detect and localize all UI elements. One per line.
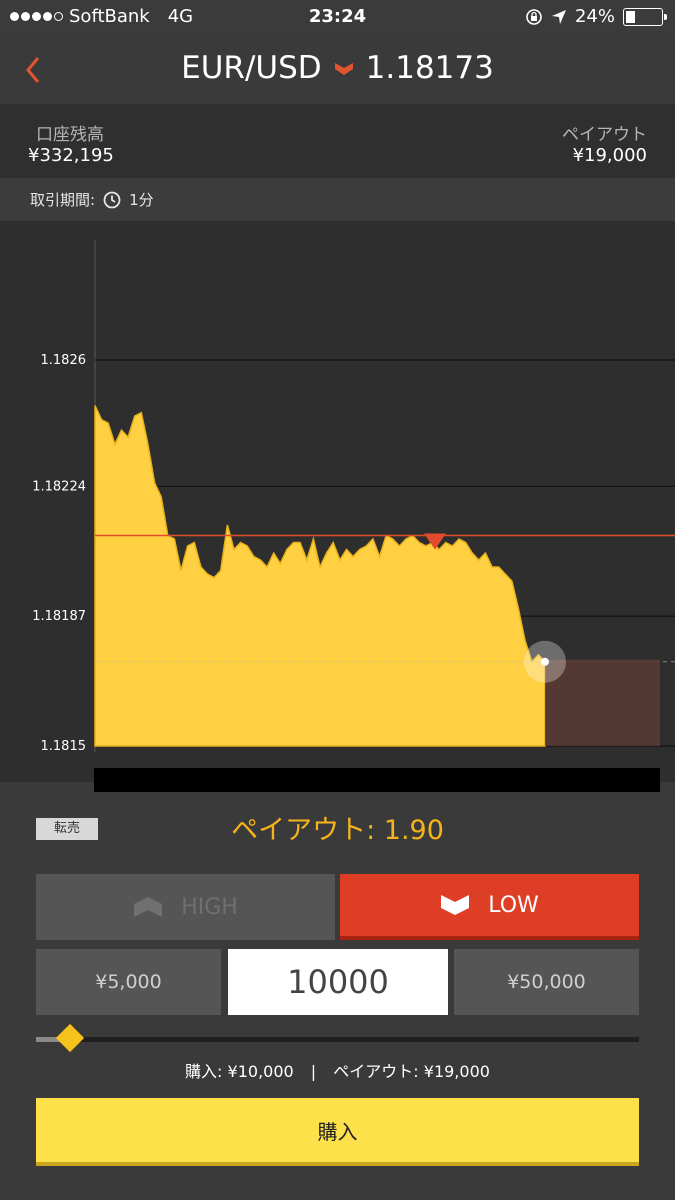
balance-label: 口座残高 (36, 125, 104, 145)
status-bar: SoftBank 4G 23:24 24% (0, 0, 675, 36)
amount-50000-button[interactable]: ¥50,000 (454, 949, 639, 1015)
summary-purchase: 購入: ¥10,000 (185, 1062, 294, 1081)
balance-block: 口座残高 ¥332,195 (28, 120, 114, 166)
payout-rate: ペイアウト: 1.90 (231, 815, 444, 846)
buy-button[interactable]: 購入 (36, 1098, 639, 1166)
y-tick-label: 1.18224 (32, 479, 86, 494)
high-button[interactable]: HIGH (36, 874, 335, 940)
amount-slider-thumb[interactable] (55, 1023, 85, 1053)
high-button-label: HIGH (181, 894, 238, 920)
current-point (541, 657, 549, 666)
y-tick-label: 1.1826 (41, 353, 87, 368)
y-tick-label: 1.18187 (32, 609, 86, 624)
low-button[interactable]: LOW (340, 874, 639, 940)
high-arrow-icon (134, 897, 163, 917)
page-title: EUR/USD 1.18173 (0, 50, 675, 86)
trade-period-row: 取引期間: 1分 (0, 178, 675, 222)
payout-value: ¥19,000 (572, 145, 647, 166)
amount-slider-track[interactable] (36, 1037, 639, 1042)
status-right: 24% (525, 6, 667, 27)
low-button-label: LOW (488, 892, 539, 918)
amount-input[interactable] (228, 949, 448, 1015)
price-down-icon (334, 63, 353, 75)
rotation-lock-icon (526, 8, 542, 25)
battery-icon (623, 7, 667, 26)
account-summary: 口座残高 ¥332,195 ペイアウト ¥19,000 (0, 104, 675, 178)
payout-label: ペイアウト (562, 125, 647, 145)
y-tick-label: 1.1815 (41, 739, 87, 754)
battery-percent: 24% (574, 6, 615, 27)
clock-icon (103, 191, 121, 208)
summary-payout: ペイアウト: ¥19,000 (333, 1062, 490, 1081)
summary-separator: | (310, 1062, 317, 1081)
timeline-bar (94, 768, 660, 792)
order-summary: 購入: ¥10,000 | ペイアウト: ¥19,000 (0, 1058, 675, 1082)
period-label: 取引期間: (30, 191, 96, 209)
payout-block: ペイアウト ¥19,000 (562, 120, 647, 166)
location-arrow-icon (551, 9, 566, 24)
low-arrow-icon (441, 895, 470, 915)
amount-5000-button[interactable]: ¥5,000 (36, 949, 221, 1015)
current-price: 1.18173 (365, 50, 494, 86)
trade-screen: SoftBank 4G 23:24 24% EUR/USD 1.18173 口座… (0, 0, 675, 1200)
price-chart-svg: 1.1826 1.18224 1.18187 1.1815 (32, 240, 675, 754)
currency-pair: EUR/USD (181, 50, 322, 86)
header: EUR/USD 1.18173 (0, 36, 675, 104)
price-chart[interactable]: 1.1826 1.18224 1.18187 1.1815 (0, 222, 675, 782)
balance-value: ¥332,195 (28, 145, 114, 166)
period-value: 1分 (129, 191, 154, 209)
price-area-series (94, 405, 546, 747)
